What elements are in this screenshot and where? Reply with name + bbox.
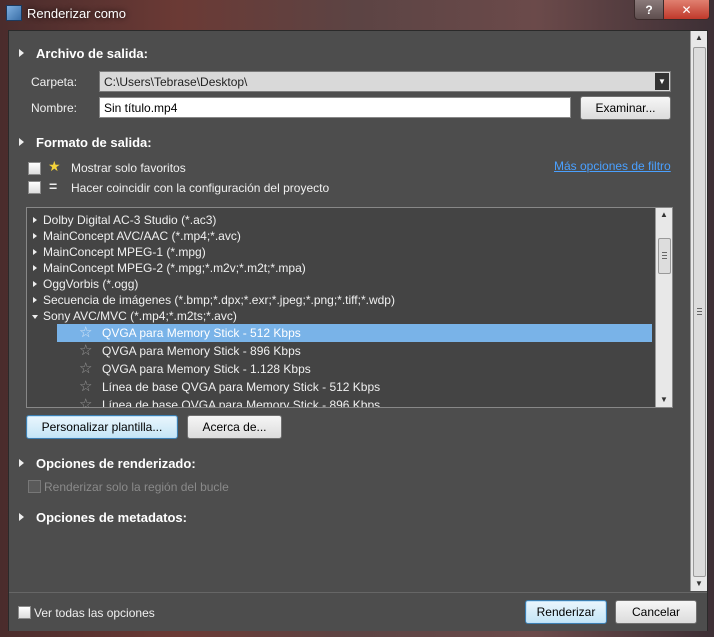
match-project-label: Hacer coincidir con la configuración del…	[71, 181, 330, 195]
template-item[interactable]: ☆ Línea de base QVGA para Memory Stick -…	[57, 378, 652, 396]
format-label: Sony AVC/MVC (*.mp4;*.m2ts;*.avc)	[43, 309, 237, 323]
match-project-checkbox[interactable]	[28, 181, 41, 194]
scroll-down-icon[interactable]: ▼	[656, 393, 672, 407]
section-render-options-title: Opciones de renderizado:	[36, 456, 196, 471]
expand-icon	[33, 265, 37, 271]
chevron-down-icon[interactable]: ▼	[655, 73, 669, 90]
folder-value: C:\Users\Tebrase\Desktop\	[104, 75, 248, 89]
panel-scroll-thumb[interactable]	[693, 47, 706, 577]
format-label: MainConcept MPEG-1 (*.mpg)	[43, 245, 206, 259]
star-outline-icon[interactable]: ☆	[79, 343, 92, 359]
footer-bar: Ver todas las opciones Renderizar Cancel…	[9, 592, 707, 631]
list-scrollbar[interactable]: ▲ ▼	[655, 208, 672, 407]
expand-icon	[33, 249, 37, 255]
expand-icon	[33, 297, 37, 303]
star-icon: ★	[48, 158, 61, 174]
scroll-down-icon[interactable]: ▼	[691, 577, 707, 591]
star-outline-icon[interactable]: ☆	[79, 325, 92, 341]
format-label: Dolby Digital AC-3 Studio (*.ac3)	[43, 213, 217, 227]
star-outline-icon[interactable]: ☆	[79, 397, 92, 408]
list-scroll-thumb[interactable]	[658, 238, 671, 274]
close-button[interactable]: ✕	[663, 0, 710, 20]
section-metadata-options-title: Opciones de metadatos:	[36, 510, 187, 525]
section-render-options[interactable]: Opciones de renderizado:	[19, 456, 196, 471]
format-tree-list[interactable]: Dolby Digital AC-3 Studio (*.ac3) MainCo…	[26, 207, 673, 408]
format-item-expanded[interactable]: Sony AVC/MVC (*.mp4;*.m2ts;*.avc)	[27, 309, 237, 325]
about-button[interactable]: Acerca de...	[187, 415, 282, 439]
expand-icon	[33, 217, 37, 223]
expand-icon	[33, 233, 37, 239]
folder-combobox[interactable]: C:\Users\Tebrase\Desktop\ ▼	[99, 71, 671, 92]
help-button[interactable]: ?	[634, 0, 664, 20]
template-label: QVGA para Memory Stick - 1.128 Kbps	[102, 362, 311, 376]
template-item[interactable]: ☆ Línea de base QVGA para Memory Stick -…	[57, 396, 652, 408]
window-title: Renderizar como	[27, 6, 126, 21]
more-filter-options-link[interactable]: Más opciones de filtro	[554, 159, 671, 173]
options-panel: Archivo de salida: Carpeta: C:\Users\Teb…	[9, 31, 689, 591]
format-item[interactable]: Secuencia de imágenes (*.bmp;*.dpx;*.exr…	[27, 293, 395, 309]
template-item[interactable]: ☆ QVGA para Memory Stick - 1.128 Kbps	[57, 360, 652, 378]
render-button[interactable]: Renderizar	[525, 600, 607, 624]
template-item-selected[interactable]: ☆ QVGA para Memory Stick - 512 Kbps	[57, 324, 652, 342]
section-metadata-options[interactable]: Opciones de metadatos:	[19, 510, 187, 525]
format-item[interactable]: MainConcept AVC/AAC (*.mp4;*.avc)	[27, 229, 241, 245]
title-bar: Renderizar como ? ✕	[0, 0, 714, 28]
folder-label: Carpeta:	[31, 75, 78, 89]
section-output-format[interactable]: Formato de salida:	[19, 135, 152, 150]
filename-input[interactable]: Sin título.mp4	[99, 97, 571, 118]
expand-icon	[19, 138, 24, 146]
expand-icon	[33, 281, 37, 287]
template-label: Línea de base QVGA para Memory Stick - 5…	[102, 380, 381, 394]
format-label: MainConcept MPEG-2 (*.mpg;*.m2v;*.m2t;*.…	[43, 261, 306, 275]
format-label: MainConcept AVC/AAC (*.mp4;*.avc)	[43, 229, 241, 243]
star-outline-icon[interactable]: ☆	[79, 379, 92, 395]
panel-scrollbar[interactable]: ▲ ▼	[690, 31, 707, 591]
favorites-checkbox[interactable]	[28, 162, 41, 175]
favorites-label: Mostrar solo favoritos	[71, 161, 186, 175]
format-item[interactable]: MainConcept MPEG-1 (*.mpg)	[27, 245, 206, 261]
question-icon: ?	[645, 2, 653, 17]
show-all-options-label: Ver todas las opciones	[34, 606, 155, 620]
app-icon	[6, 5, 22, 21]
expand-icon	[19, 49, 24, 57]
equals-icon: =	[49, 178, 58, 194]
cancel-button[interactable]: Cancelar	[615, 600, 697, 624]
template-label: QVGA para Memory Stick - 512 Kbps	[102, 326, 301, 340]
format-item[interactable]: MainConcept MPEG-2 (*.mpg;*.m2v;*.m2t;*.…	[27, 261, 306, 277]
format-label: OggVorbis (*.ogg)	[43, 277, 139, 291]
close-icon: ✕	[681, 2, 692, 17]
collapse-icon	[32, 315, 38, 319]
loop-region-checkbox[interactable]	[28, 480, 41, 493]
scroll-up-icon[interactable]: ▲	[691, 31, 707, 45]
section-output-file-title: Archivo de salida:	[36, 46, 148, 61]
star-outline-icon[interactable]: ☆	[79, 361, 92, 377]
format-item[interactable]: Dolby Digital AC-3 Studio (*.ac3)	[27, 213, 216, 229]
loop-region-label: Renderizar solo la región del bucle	[44, 480, 229, 494]
format-item[interactable]: OggVorbis (*.ogg)	[27, 277, 138, 293]
template-item[interactable]: ☆ QVGA para Memory Stick - 896 Kbps	[57, 342, 652, 360]
section-output-file[interactable]: Archivo de salida:	[19, 46, 148, 61]
expand-icon	[19, 513, 24, 521]
template-label: Línea de base QVGA para Memory Stick - 8…	[102, 398, 381, 408]
name-label: Nombre:	[31, 101, 78, 115]
dialog-body: Archivo de salida: Carpeta: C:\Users\Teb…	[8, 30, 708, 631]
expand-icon	[19, 459, 24, 467]
show-all-options-checkbox[interactable]	[18, 606, 31, 619]
browse-button[interactable]: Examinar...	[580, 96, 671, 120]
template-label: QVGA para Memory Stick - 896 Kbps	[102, 344, 301, 358]
section-output-format-title: Formato de salida:	[36, 135, 152, 150]
scroll-up-icon[interactable]: ▲	[656, 208, 672, 222]
customize-template-button[interactable]: Personalizar plantilla...	[26, 415, 178, 439]
format-label: Secuencia de imágenes (*.bmp;*.dpx;*.exr…	[43, 293, 395, 307]
